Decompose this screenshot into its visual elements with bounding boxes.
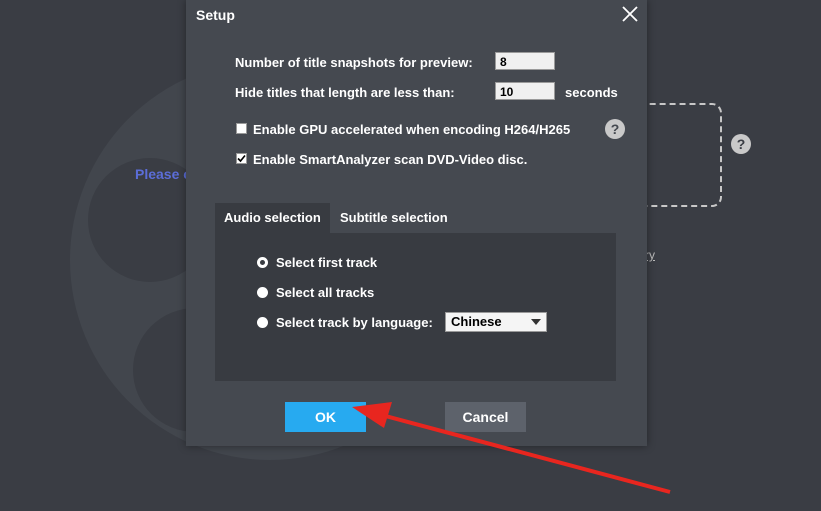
snapshots-input[interactable]: 8	[495, 52, 555, 70]
snapshots-label: Number of title snapshots for preview:	[235, 55, 473, 70]
close-icon[interactable]	[620, 4, 640, 24]
gpu-help-icon[interactable]: ?	[605, 119, 625, 139]
radio-track-by-language[interactable]	[257, 317, 268, 328]
hide-titles-label: Hide titles that length are less than:	[235, 85, 455, 100]
smartanalyzer-label: Enable SmartAnalyzer scan DVD-Video disc…	[253, 152, 528, 167]
radio-first-track[interactable]	[257, 257, 268, 268]
first-track-label: Select first track	[276, 255, 378, 270]
cancel-button[interactable]: Cancel	[445, 402, 526, 432]
track-by-language-label: Select track by language:	[276, 315, 433, 330]
gpu-checkbox[interactable]	[236, 123, 247, 134]
gpu-label: Enable GPU accelerated when encoding H26…	[253, 122, 571, 137]
language-select-value: Chinese	[451, 314, 502, 329]
ok-button[interactable]: OK	[285, 402, 366, 432]
all-tracks-label: Select all tracks	[276, 285, 375, 300]
checkmark-icon	[237, 154, 246, 163]
tab-audio-selection[interactable]: Audio selection	[215, 203, 330, 233]
smartanalyzer-checkbox[interactable]	[236, 153, 247, 164]
background-prompt-text: Please c	[135, 166, 192, 182]
radio-all-tracks[interactable]	[257, 287, 268, 298]
chevron-down-icon	[531, 319, 541, 325]
dialog-title: Setup	[196, 7, 235, 23]
background-help-icon[interactable]: ?	[731, 134, 751, 154]
language-select[interactable]: Chinese	[445, 312, 547, 332]
audio-selection-panel: Select first track Select all tracks Sel…	[215, 233, 616, 381]
seconds-unit-label: seconds	[565, 85, 618, 100]
hide-titles-input[interactable]: 10	[495, 82, 555, 100]
tab-subtitle-selection[interactable]: Subtitle selection	[331, 203, 457, 233]
setup-dialog: Setup Number of title snapshots for prev…	[186, 0, 647, 446]
